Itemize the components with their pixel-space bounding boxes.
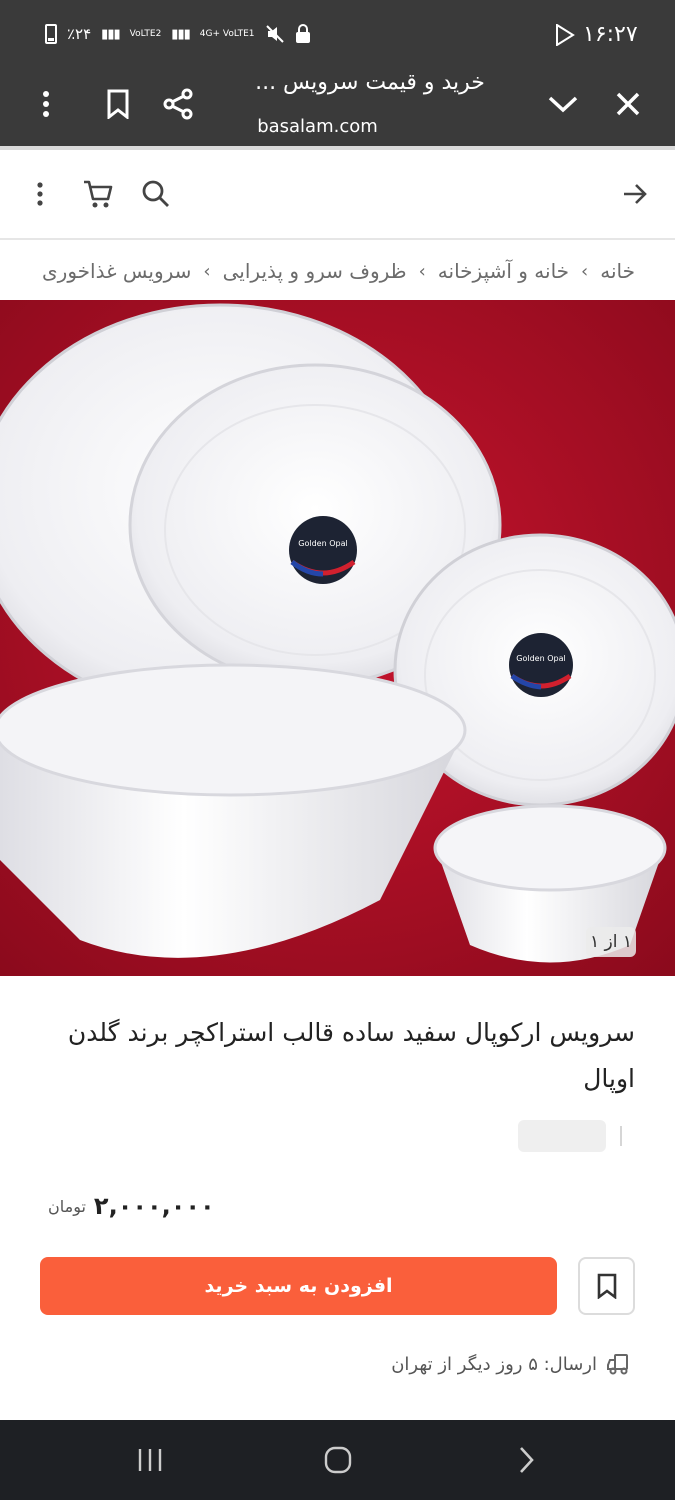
svg-text:Golden Opal: Golden Opal [298, 539, 347, 548]
back-arrow-icon[interactable] [615, 174, 655, 214]
battery-level: ٪۲۴ [67, 25, 92, 43]
breadcrumb-item-home[interactable]: خانه [600, 259, 635, 283]
share-icon[interactable] [160, 86, 196, 122]
chevron-left-icon: ‹ [581, 260, 589, 282]
close-icon[interactable] [610, 86, 646, 122]
shipping-text: ارسال: ۵ روز دیگر از تهران [391, 1353, 597, 1375]
breadcrumb: خانه ‹ خانه و آشپزخانه ‹ ظروف سرو و پذیر… [0, 242, 675, 300]
home-icon[interactable] [318, 1440, 358, 1480]
add-to-cart-button[interactable]: افزودن به سبد خرید [40, 1257, 557, 1315]
site-header [0, 150, 675, 240]
cart-icon[interactable] [78, 174, 118, 214]
battery-icon [45, 24, 57, 44]
status-bar: ٪۲۴ ▮▮▮ VoLTE2 ▮▮▮ 4G+ VoLTE1 ۱۶:۲۷ [0, 0, 675, 70]
svg-text:Golden Opal: Golden Opal [516, 654, 565, 663]
recent-apps-icon[interactable] [130, 1440, 170, 1480]
network-label-2: VoLTE2 [129, 28, 162, 39]
breadcrumb-item-dinnerware[interactable]: سرویس غذاخوری [42, 259, 191, 283]
chevron-down-icon[interactable] [545, 86, 581, 122]
breadcrumb-item-home-kitchen[interactable]: خانه و آشپزخانه [438, 259, 569, 283]
golden-opal-logo: Golden Opal [509, 633, 573, 697]
search-icon[interactable] [136, 174, 176, 214]
status-icons: ٪۲۴ ▮▮▮ VoLTE2 ▮▮▮ 4G+ VoLTE1 [45, 24, 311, 44]
url-text[interactable]: basalam.com [240, 116, 395, 137]
status-time: ۱۶:۲۷ [583, 22, 638, 47]
play-store-icon [556, 23, 575, 46]
price-value: ۲,۰۰۰,۰۰۰ [93, 1192, 215, 1220]
chevron-left-icon: ‹ [418, 260, 426, 282]
chevron-left-icon: ‹ [203, 260, 211, 282]
mute-icon [265, 25, 284, 43]
product-title: سرویس ارکوپال سفید ساده قالب استراکچر بر… [67, 1018, 635, 1093]
truck-icon [607, 1354, 628, 1375]
currency-label: تومان [48, 1196, 86, 1216]
more-menu-icon[interactable] [28, 86, 64, 122]
price-block: تومان ۲,۰۰۰,۰۰۰ [48, 1192, 215, 1220]
rating-divider [620, 1126, 622, 1146]
more-options-icon[interactable] [20, 174, 60, 214]
image-counter: ۱ از ۱ [586, 927, 636, 957]
network-label-1: 4G+ VoLTE1 [199, 28, 255, 39]
signal-icon-2: ▮▮▮ [171, 26, 190, 42]
shipping-info: ارسال: ۵ روز دیگر از تهران [391, 1352, 635, 1376]
system-nav-bar [0, 1420, 675, 1500]
lock-icon [295, 24, 310, 43]
page-title: خرید و قیمت سرویس ... [255, 70, 485, 95]
back-icon[interactable] [506, 1440, 546, 1480]
golden-opal-logo: Golden Opal [289, 516, 357, 584]
rating-placeholder [518, 1120, 606, 1152]
bookmark-icon [597, 1273, 616, 1299]
signal-icon: ▮▮▮ [101, 26, 120, 42]
product-image[interactable]: Golden Opal Golden Opal [0, 300, 675, 976]
save-product-button[interactable] [578, 1257, 635, 1315]
browser-toolbar: خرید و قیمت سرویس ... basalam.com [0, 70, 675, 148]
breadcrumb-item-serving-dishes[interactable]: ظروف سرو و پذیرایی [223, 259, 407, 283]
bookmark-icon[interactable] [100, 86, 136, 122]
